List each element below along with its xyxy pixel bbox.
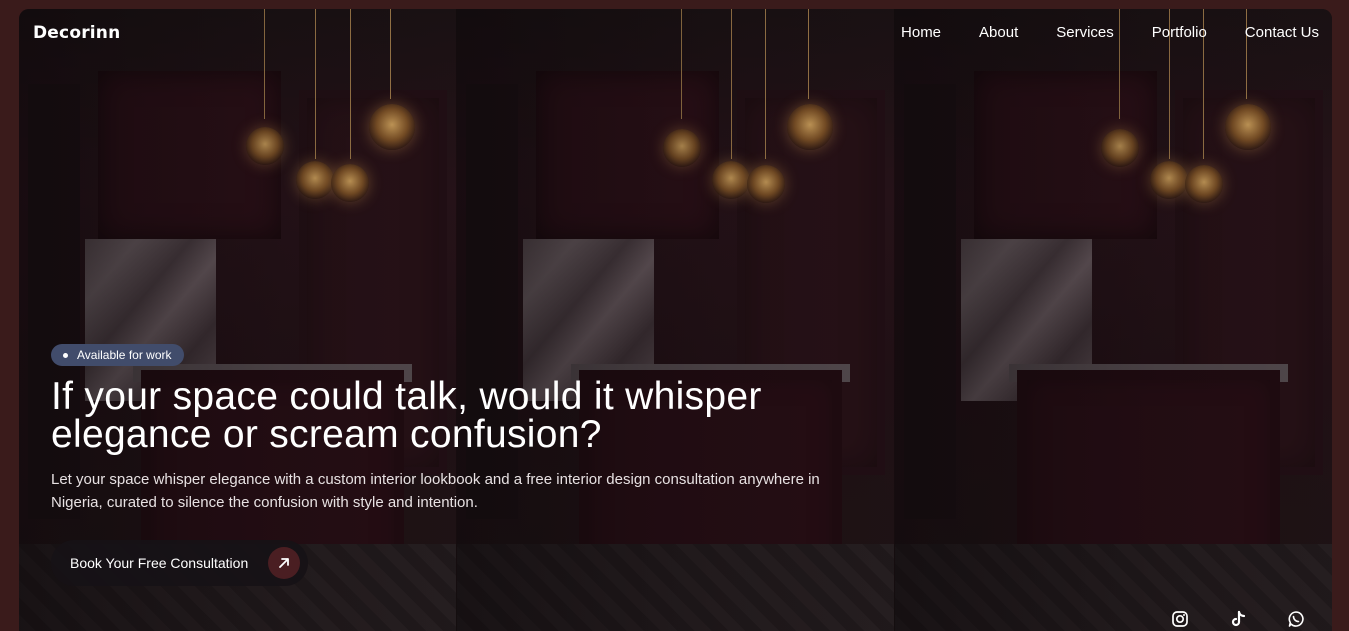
nav-portfolio[interactable]: Portfolio bbox=[1152, 24, 1207, 41]
availability-badge: Available for work bbox=[51, 344, 184, 366]
hero-headline-line2: elegance or scream confusion? bbox=[51, 413, 602, 456]
book-consultation-button[interactable]: Book Your Free Consultation bbox=[51, 540, 308, 586]
kitchen-photo-panel bbox=[457, 9, 895, 631]
arrow-up-right-icon bbox=[268, 547, 300, 579]
main-nav: Home About Services Portfolio Contact Us bbox=[901, 24, 1319, 41]
kitchen-photo-panel bbox=[19, 9, 457, 631]
book-consultation-label: Book Your Free Consultation bbox=[70, 555, 249, 571]
availability-badge-label: Available for work bbox=[77, 348, 172, 362]
whatsapp-icon[interactable] bbox=[1286, 609, 1306, 629]
nav-home[interactable]: Home bbox=[901, 24, 941, 41]
nav-contact-us[interactable]: Contact Us bbox=[1245, 24, 1319, 41]
social-links bbox=[1170, 609, 1306, 629]
nav-about[interactable]: About bbox=[979, 24, 1018, 41]
hero-headline-line1: If your space could talk, would it whisp… bbox=[51, 375, 762, 418]
tiktok-icon[interactable] bbox=[1228, 609, 1248, 629]
status-dot-icon bbox=[63, 352, 68, 358]
hero-background-image bbox=[19, 9, 1332, 631]
hero-section: Decorinn Home About Services Portfolio C… bbox=[19, 9, 1332, 631]
instagram-icon[interactable] bbox=[1170, 609, 1190, 629]
kitchen-photo-panel bbox=[895, 9, 1332, 631]
hero-subtext: Let your space whisper elegance with a c… bbox=[51, 471, 820, 511]
brand-logo[interactable]: Decorinn bbox=[33, 23, 120, 43]
hero-headline: If your space could talk, would it whisp… bbox=[51, 375, 871, 456]
nav-services[interactable]: Services bbox=[1056, 24, 1114, 41]
